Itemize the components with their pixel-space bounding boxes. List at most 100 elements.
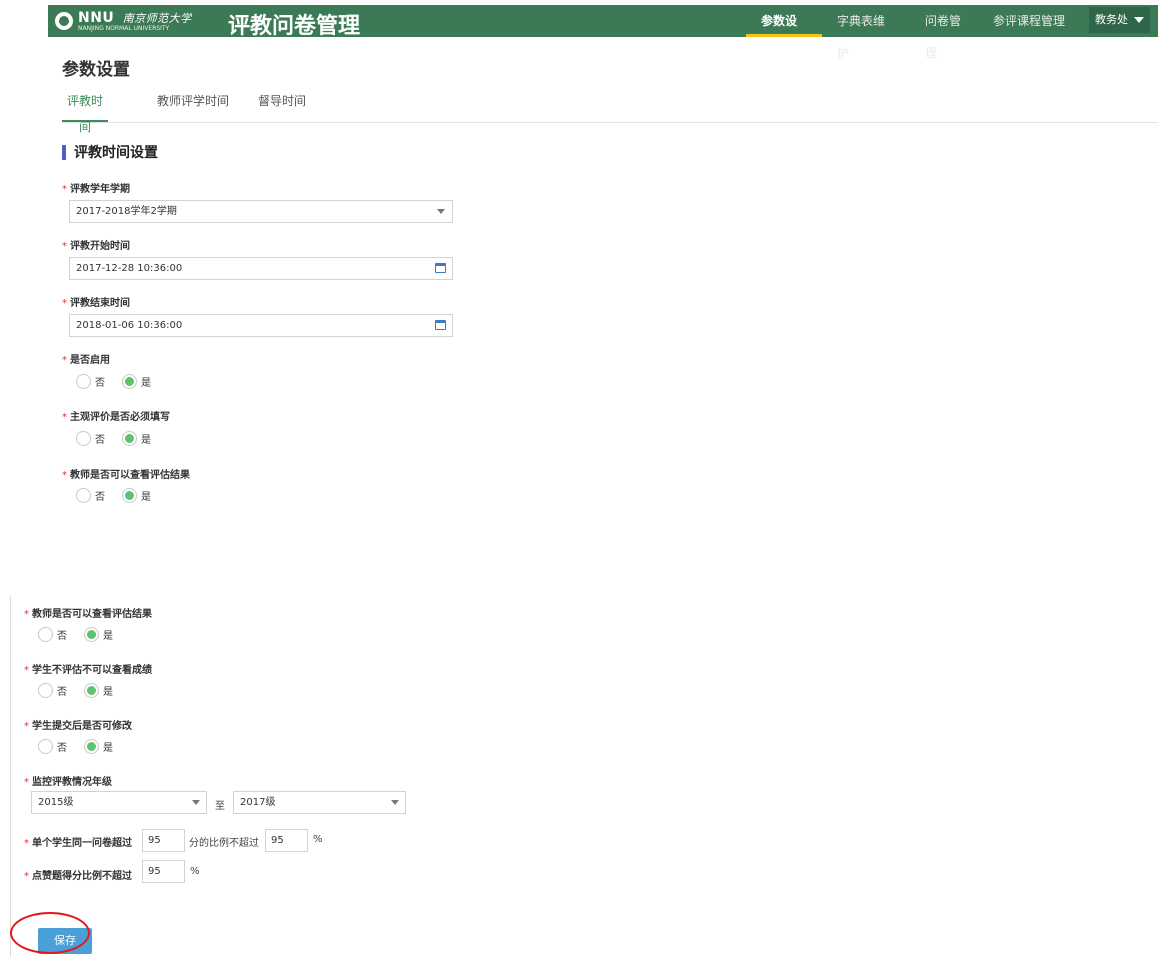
subjective-radio-group: 否 是 <box>76 429 168 447</box>
same-questionnaire-middle-text: 分的比例不超过 <box>189 838 259 849</box>
end-time-input[interactable]: 2018-01-06 10:36:00 <box>69 314 453 337</box>
subjective-label: * 主观评价是否必须填写 <box>62 412 170 423</box>
student-no-eval-radio-group: 否 是 <box>38 681 130 699</box>
subjective-no-radio[interactable] <box>76 430 91 446</box>
required-mark: * <box>24 609 29 620</box>
teacher-view-radio-group: 否 是 <box>76 486 168 504</box>
nav-questionnaire-management[interactable]: 问卷管理 <box>910 5 978 60</box>
radio-label-yes: 是 <box>141 434 151 446</box>
university-seal-icon <box>55 12 73 30</box>
panel-left-border <box>10 596 11 957</box>
student-no-eval-yes-radio[interactable] <box>84 682 99 698</box>
enable-yes-radio[interactable] <box>122 373 137 389</box>
tab-teacher-evaluation-time[interactable]: 教师评学时间 <box>155 88 231 122</box>
required-mark: * <box>24 721 29 732</box>
required-mark: * <box>62 184 67 195</box>
radio-label-yes: 是 <box>103 742 113 754</box>
radio-label-no: 否 <box>95 377 105 389</box>
chevron-down-icon <box>192 800 200 805</box>
save-button[interactable]: 保存 <box>38 928 92 954</box>
term-select-value: 2017-2018学年2学期 <box>76 206 177 217</box>
grade-from-select[interactable]: 2015级 <box>31 791 207 814</box>
required-mark: * <box>24 871 29 882</box>
student-no-eval-label: * 学生不评估不可以查看成绩 <box>24 665 152 676</box>
start-time-input[interactable]: 2017-12-28 10:36:00 <box>69 257 453 280</box>
student-modify-yes-radio[interactable] <box>84 738 99 754</box>
student-modify-no-radio[interactable] <box>38 738 53 754</box>
same-questionnaire-label: * 单个学生同一问卷超过 <box>24 838 132 849</box>
chevron-down-icon <box>437 209 445 214</box>
radio-label-no: 否 <box>57 686 67 698</box>
teacher-view-yes-radio-lower[interactable] <box>84 626 99 642</box>
required-mark: * <box>62 298 67 309</box>
radio-label-no: 否 <box>57 630 67 642</box>
enable-no-radio[interactable] <box>76 373 91 389</box>
required-mark: * <box>24 665 29 676</box>
required-mark: * <box>62 412 67 423</box>
nav-parameter-settings[interactable]: 参数设置 <box>746 5 822 60</box>
nav-dictionary-maintenance[interactable]: 字典表维护 <box>822 5 910 60</box>
radio-label-no: 否 <box>95 491 105 503</box>
nav-course-management[interactable]: 参评课程管理 <box>978 5 1082 37</box>
caret-down-icon <box>1134 17 1144 23</box>
tab-supervision-time[interactable]: 督导时间 <box>257 88 307 122</box>
percent-sign: % <box>313 834 323 845</box>
grade-to-value: 2017级 <box>240 797 276 808</box>
logo-university-en: NANJING NORMAL UNIVERSITY <box>78 24 170 32</box>
teacher-view-no-radio[interactable] <box>76 487 91 503</box>
teacher-view-yes-radio[interactable] <box>122 487 137 503</box>
university-logo: NNU 南京师范大学 NANJING NORMAL UNIVERSITY <box>55 7 192 35</box>
radio-label-yes: 是 <box>141 491 151 503</box>
radio-label-yes: 是 <box>103 686 113 698</box>
calendar-icon[interactable] <box>435 263 446 273</box>
settings-tabs: 评教时间 教师评学时间 督导时间 <box>62 88 1158 134</box>
required-mark: * <box>24 838 29 849</box>
teacher-view-label-lower: * 教师是否可以查看评估结果 <box>24 609 152 620</box>
calendar-icon[interactable] <box>435 320 446 330</box>
radio-label-yes: 是 <box>141 377 151 389</box>
end-time-value: 2018-01-06 10:36:00 <box>76 320 183 331</box>
term-label: * 评教学年学期 <box>62 184 130 195</box>
tab-evaluation-time[interactable]: 评教时间 <box>62 88 108 134</box>
subjective-yes-radio[interactable] <box>122 430 137 446</box>
section-title-text: 评教时间设置 <box>74 145 158 161</box>
user-menu[interactable]: 教务处 <box>1089 7 1150 33</box>
required-mark: * <box>62 241 67 252</box>
enable-radio-group: 否 是 <box>76 372 168 390</box>
teacher-view-no-radio-lower[interactable] <box>38 626 53 642</box>
user-menu-label: 教务处 <box>1095 13 1128 26</box>
like-score-label: * 点赞题得分比例不超过 <box>24 871 132 882</box>
logo-university-cn: 南京师范大学 <box>122 11 192 25</box>
required-mark: * <box>62 470 67 481</box>
teacher-view-label: * 教师是否可以查看评估结果 <box>62 470 190 481</box>
section-title: 评教时间设置 <box>62 142 158 162</box>
same-questionnaire-ratio-input[interactable]: 95 <box>265 829 308 852</box>
start-time-value: 2017-12-28 10:36:00 <box>76 263 183 274</box>
like-score-ratio-input[interactable]: 95 <box>142 860 185 883</box>
app-title: 评教问卷管理 <box>228 14 361 39</box>
radio-label-no: 否 <box>95 434 105 446</box>
grade-range-label: * 监控评教情况年级 <box>24 777 112 788</box>
percent-sign: % <box>190 866 200 877</box>
chevron-down-icon <box>391 800 399 805</box>
section-marker <box>62 144 66 160</box>
enable-label: * 是否启用 <box>62 355 110 366</box>
required-mark: * <box>24 777 29 788</box>
grade-to-text: 至 <box>215 801 225 812</box>
page-title: 参数设置 <box>62 60 130 80</box>
same-questionnaire-score-input[interactable]: 95 <box>142 829 185 852</box>
teacher-view-radio-group-lower: 否 是 <box>38 625 130 643</box>
top-nav: 参数设置 字典表维护 问卷管理 参评课程管理 <box>746 5 1082 60</box>
start-time-label: * 评教开始时间 <box>62 241 130 252</box>
grade-from-value: 2015级 <box>38 797 74 808</box>
top-header: NNU 南京师范大学 NANJING NORMAL UNIVERSITY 评教问… <box>48 5 1158 60</box>
required-mark: * <box>62 355 67 366</box>
term-select[interactable]: 2017-2018学年2学期 <box>69 200 453 223</box>
radio-label-yes: 是 <box>103 630 113 642</box>
grade-to-select[interactable]: 2017级 <box>233 791 406 814</box>
logo-abbrev: NNU <box>78 9 115 26</box>
student-no-eval-no-radio[interactable] <box>38 682 53 698</box>
student-modify-radio-group: 否 是 <box>38 737 130 755</box>
end-time-label: * 评教结束时间 <box>62 298 130 309</box>
radio-label-no: 否 <box>57 742 67 754</box>
